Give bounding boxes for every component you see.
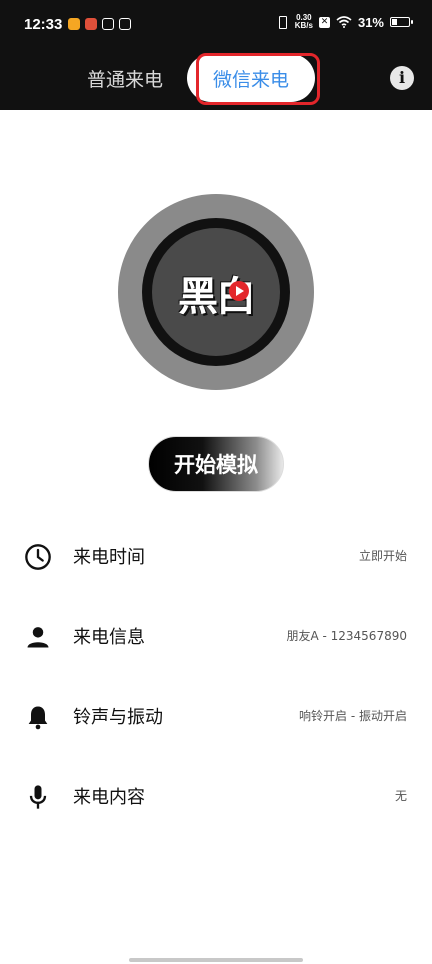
setting-value: 无 [394,789,407,803]
setting-call-time[interactable]: 来电时间 立即开始 [0,515,432,595]
settings-list: 来电时间 立即开始 来电信息 朋友A - 1234567890 铃声与振动 响铃… [0,515,432,835]
wifi-icon [336,16,352,28]
notification-app-icon [102,18,114,30]
vibrate-icon [275,15,289,29]
setting-label: 铃声与振动 [73,707,163,728]
setting-value: 立即开始 [358,549,407,563]
network-speed: 0.30 KB/s [295,14,313,30]
setting-label: 来电时间 [73,547,145,568]
setting-caller-info[interactable]: 来电信息 朋友A - 1234567890 [0,595,432,675]
tab-wechat-call[interactable]: 微信来电 [187,54,315,102]
microphone-icon [29,785,47,809]
setting-value: 响铃开启 - 振动开启 [299,709,407,723]
battery-icon [390,17,413,27]
battery-level [392,19,397,25]
notification-app-icon [68,18,80,30]
clock-icon [25,544,51,570]
setting-ringtone-vibration[interactable]: 铃声与振动 响铃开启 - 振动开启 [0,675,432,755]
status-app-icons [68,18,131,30]
setting-call-content[interactable]: 来电内容 无 [0,755,432,835]
logo-text: 黑白 [178,274,256,320]
start-simulation-button[interactable]: 开始模拟 [148,436,284,492]
info-button[interactable]: i [390,66,414,90]
setting-label: 来电信息 [73,627,145,648]
status-bar: 12:33 0.30 KB/s ✕ 31% [0,0,432,50]
top-bar: 普通来电 微信来电 i [0,50,432,110]
app-logo: 黑白 [118,194,314,390]
status-right: 0.30 KB/s ✕ 31% [275,14,413,30]
x-icon: ✕ [318,16,330,28]
tab-normal-call[interactable]: 普通来电 [72,54,178,102]
home-indicator[interactable] [129,958,303,962]
status-time: 12:33 [24,16,63,33]
message-icon [119,18,131,30]
bell-icon [28,706,48,730]
setting-value: 朋友A - 1234567890 [286,629,407,643]
notification-app-icon [85,18,97,30]
play-icon [229,281,249,301]
network-speed-unit: KB/s [294,21,313,30]
battery-percent: 31% [357,14,384,30]
setting-label: 来电内容 [73,787,145,808]
person-icon [27,627,49,648]
